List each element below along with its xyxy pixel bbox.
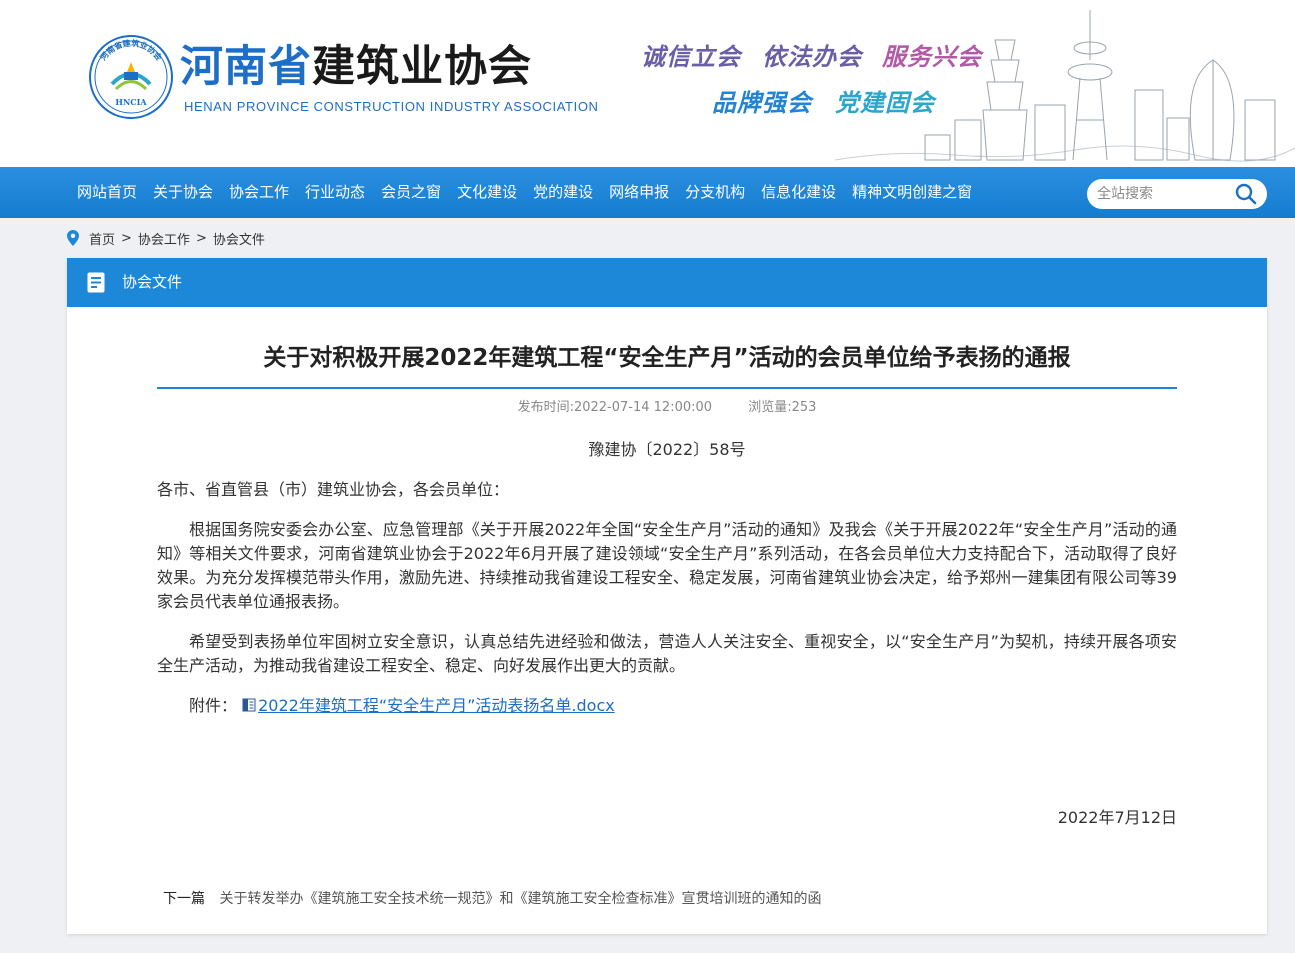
attachment-label: 附件： — [189, 696, 238, 715]
site-search — [1087, 179, 1267, 209]
paragraph-2: 希望受到表扬单位牢固树立安全意识，认真总结先进经验和做法，营造人人关注安全、重视… — [157, 632, 1177, 675]
paragraph-1: 根据国务院安委会办公室、应急管理部《关于开展2022年全国“安全生产月”活动的通… — [157, 520, 1177, 611]
site-title[interactable]: 河南省建筑业协会 — [180, 38, 532, 96]
search-input[interactable] — [1097, 179, 1229, 209]
location-pin-icon — [67, 230, 79, 246]
city-skyline-illustration — [835, 10, 1295, 162]
attachment-line: 附件： 2022年建筑工程“安全生产月”活动表扬名单.docx — [157, 694, 1177, 718]
breadcrumb-separator: > — [121, 230, 132, 246]
nav-item-about[interactable]: 关于协会 — [145, 167, 221, 218]
article-date: 2022年7月12日 — [1057, 808, 1177, 827]
next-article-label: 下一篇 — [163, 891, 205, 907]
breadcrumb-separator: > — [195, 230, 207, 246]
article-meta: 发布时间:2022-07-14 12:00:00 浏览量:253 — [157, 396, 1177, 415]
breadcrumb-association-documents[interactable]: 协会文件 — [213, 229, 265, 248]
emblem-bottom-text: HNCIA — [115, 97, 147, 107]
nav-item-branches[interactable]: 分支机构 — [677, 167, 753, 218]
nav-item-civilization[interactable]: 精神文明创建之窗 — [844, 167, 980, 218]
section-header: 协会文件 — [67, 258, 1267, 307]
nav-item-culture[interactable]: 文化建设 — [449, 167, 525, 218]
site-subtitle: HENAN PROVINCE CONSTRUCTION INDUSTRY ASS… — [184, 99, 599, 114]
site-title-part1: 河南省 — [180, 42, 312, 92]
search-icon[interactable] — [1235, 183, 1257, 205]
article-card: 协会文件 关于对积极开展2022年建筑工程“安全生产月”活动的会员单位给予表扬的… — [67, 258, 1267, 934]
association-emblem-icon[interactable]: 河南省建筑业协会 HNCIA — [88, 34, 174, 120]
attachment-link[interactable]: 2022年建筑工程“安全生产月”活动表扬名单.docx — [258, 696, 615, 715]
article-title: 关于对积极开展2022年建筑工程“安全生产月”活动的会员单位给予表扬的通报 — [263, 345, 1071, 371]
publish-time: 发布时间:2022-07-14 12:00:00 — [517, 400, 713, 415]
next-article-link[interactable]: 关于转发举办《建筑施工安全技术统一规范》和《建筑施工安全检查标准》宣贯培训班的通… — [219, 891, 821, 907]
slogan-1: 诚信立会 — [641, 43, 741, 71]
nav-menu: 网站首页 关于协会 协会工作 行业动态 会员之窗 文化建设 党的建设 网络申报 … — [69, 167, 980, 218]
article-body: 豫建协〔2022〕58号 各市、省直管县（市）建筑业协会，各会员单位： 根据国务… — [157, 438, 1177, 718]
document-icon — [87, 272, 105, 293]
main-nav: 网站首页 关于协会 协会工作 行业动态 会员之窗 文化建设 党的建设 网络申报 … — [0, 167, 1295, 218]
nav-item-members[interactable]: 会员之窗 — [373, 167, 449, 218]
breadcrumb: 首页 > 协会工作 > 协会文件 — [67, 226, 265, 250]
nav-item-industry-news[interactable]: 行业动态 — [297, 167, 373, 218]
nav-item-party-building[interactable]: 党的建设 — [525, 167, 601, 218]
site-header: 河南省建筑业协会 HNCIA 河南省建筑业协会 HENAN PROVINCE C… — [0, 0, 1295, 167]
nav-item-online-application[interactable]: 网络申报 — [601, 167, 677, 218]
slogan-4: 品牌强会 — [712, 89, 812, 117]
breadcrumb-home[interactable]: 首页 — [89, 229, 115, 248]
nav-item-home[interactable]: 网站首页 — [69, 167, 145, 218]
salutation: 各市、省直管县（市）建筑业协会，各会员单位： — [157, 480, 510, 499]
nav-item-association-work[interactable]: 协会工作 — [221, 167, 297, 218]
breadcrumb-association-work[interactable]: 协会工作 — [138, 229, 190, 248]
word-file-icon — [242, 698, 256, 712]
next-article: 下一篇 关于转发举办《建筑施工安全技术统一规范》和《建筑施工安全检查标准》宣贯培… — [163, 888, 821, 908]
nav-item-informatization[interactable]: 信息化建设 — [753, 167, 844, 218]
section-title: 协会文件 — [122, 273, 183, 291]
view-count: 浏览量:253 — [748, 400, 817, 415]
document-number: 豫建协〔2022〕58号 — [588, 440, 746, 459]
site-title-part2: 建筑业协会 — [312, 42, 532, 92]
title-divider — [157, 387, 1177, 389]
